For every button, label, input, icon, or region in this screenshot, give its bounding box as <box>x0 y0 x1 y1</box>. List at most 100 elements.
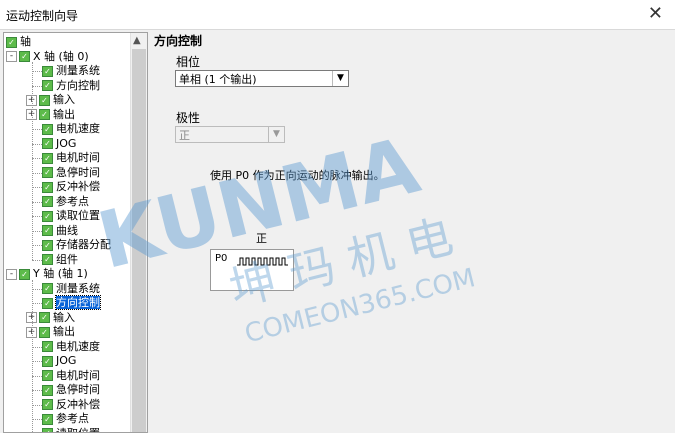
tree-node-x_axis-child[interactable]: ✓ 读取位置 <box>42 209 100 223</box>
checkbox-icon[interactable]: ✓ <box>42 196 53 207</box>
tree-node-y_axis-child[interactable]: ✓读取位置 <box>42 426 100 433</box>
scroll-thumb[interactable] <box>132 49 146 432</box>
panel-title: 方向控制 <box>154 34 203 48</box>
tree-node-y_axis-child[interactable]: + ✓ 输入 <box>26 311 75 325</box>
tree-node-label: 曲线 <box>56 223 78 237</box>
tree-node-x_axis-child[interactable]: ✓ 测量系统 <box>42 64 100 78</box>
checkbox-icon[interactable]: ✓ <box>39 94 50 106</box>
pulse-diagram: P0 <box>210 249 294 291</box>
checkbox-icon[interactable]: ✓ <box>42 297 53 309</box>
tree-node-y_axis-child[interactable]: ✓ 参考点 <box>42 412 89 426</box>
tree-node-x_axis-child[interactable]: ✓ 存储器分配 <box>42 238 111 252</box>
checkbox-icon[interactable]: ✓ <box>42 428 53 432</box>
tree-node-label: 读取位置 <box>56 426 100 433</box>
tree-node-y_axis[interactable]: - ✓ Y 轴 (轴 1) <box>6 267 88 281</box>
tree-node-x_axis-child[interactable]: + ✓ 输出 <box>26 108 75 122</box>
tree-node-x_axis-child[interactable]: ✓ 方向控制 <box>42 79 100 93</box>
checkbox-icon[interactable]: ✓ <box>42 355 53 367</box>
tree-connector <box>32 230 42 232</box>
checkbox-icon[interactable]: ✓ <box>42 254 53 265</box>
checkbox-icon[interactable]: ✓ <box>42 370 53 381</box>
tree-node-y_axis-child[interactable]: ✓ JOG <box>42 354 76 368</box>
chevron-down-icon[interactable]: ▼ <box>332 71 348 86</box>
checkbox-icon[interactable]: ✓ <box>42 413 53 425</box>
checkbox-icon[interactable]: ✓ <box>42 65 53 77</box>
tree-connector <box>32 279 33 432</box>
checkbox-icon[interactable]: ✓ <box>42 138 53 149</box>
pulse-waveform <box>237 257 288 266</box>
tree-node-label: 反冲补偿 <box>56 180 100 193</box>
tree-node-y_axis-child[interactable]: ✓ 急停时间 <box>42 383 100 397</box>
checkbox-icon[interactable]: ✓ <box>39 312 50 323</box>
tree-node-label: 电机时间 <box>56 151 100 164</box>
phase-select[interactable]: 单相 (1 个输出) ▼ <box>175 70 349 87</box>
tree-node-label: 参考点 <box>56 412 89 425</box>
tree-connector <box>32 303 42 304</box>
tree-connector <box>32 187 42 188</box>
direction-control-panel: 方向控制 相位 单相 (1 个输出) ▼ 极性 正 ▼ 使用 P0 作为正向运动… <box>154 32 675 433</box>
tree-node-y_axis-child[interactable]: ✓ 方向控制 <box>42 295 101 310</box>
tree-node-x_axis-child[interactable]: + ✓ 输入 <box>26 93 75 107</box>
close-icon[interactable]: ✕ <box>648 3 663 24</box>
tree-node-x_axis-child[interactable]: ✓ 电机速度 <box>42 122 100 136</box>
tree-node-label: 反冲补偿 <box>56 397 100 411</box>
description-text: 使用 P0 作为正向运动的脉冲输出。 <box>210 169 385 182</box>
tree-node-label: Y 轴 (轴 1) <box>33 267 88 280</box>
tree-node-label: 急停时间 <box>56 383 100 396</box>
tree-node-label: JOG <box>56 354 77 367</box>
checkbox-icon[interactable]: ✓ <box>42 123 53 135</box>
tree-node-label: 急停时间 <box>56 165 100 179</box>
tree-node-y_axis-child[interactable]: ✓ 电机时间 <box>42 369 100 383</box>
checkbox-icon[interactable]: ✓ <box>42 384 53 396</box>
checkbox-icon[interactable]: ✓ <box>42 80 53 91</box>
tree-connector <box>32 62 33 260</box>
title-bar: 运动控制向导 ✕ <box>0 0 675 30</box>
checkbox-icon[interactable]: ✓ <box>42 239 53 251</box>
tree-node-y_axis-child[interactable]: ✓ 电机速度 <box>42 340 100 354</box>
tree-connector <box>32 419 42 420</box>
tree-node-label: 测量系统 <box>56 64 100 77</box>
tree-node-label: 读取位置 <box>56 209 100 222</box>
tree-node-label: X 轴 (轴 0) <box>33 49 89 63</box>
phase-label: 相位 <box>176 55 201 69</box>
tree-connector <box>32 404 42 406</box>
collapse-icon[interactable]: - <box>6 268 17 280</box>
tree-node-x_axis-child[interactable]: ✓ 反冲补偿 <box>42 180 100 194</box>
checkbox-icon[interactable]: ✓ <box>19 268 30 280</box>
checkbox-icon[interactable]: ✓ <box>42 152 53 164</box>
tree-node-x_axis-child[interactable]: ✓ 曲线 <box>42 224 78 238</box>
checkbox-icon[interactable]: ✓ <box>42 167 53 178</box>
tree-node-label: 组件 <box>56 252 78 266</box>
axis-tree[interactable]: ✓ 轴 - ✓ X 轴 (轴 0) ✓ 测量系统 ✓ 方向控制 + ✓ 输入 + ✓ 输出 ✓ 电机速度 ✓ JOG… <box>3 32 148 433</box>
checkbox-icon[interactable]: ✓ <box>39 109 50 120</box>
tree-node-y_axis-child[interactable]: ✓ 测量系统 <box>42 282 100 296</box>
tree-connector <box>32 143 42 145</box>
checkbox-icon[interactable]: ✓ <box>42 181 53 193</box>
checkbox-icon[interactable]: ✓ <box>42 341 53 352</box>
checkbox-icon[interactable]: ✓ <box>42 225 53 236</box>
tree-connector <box>32 361 42 362</box>
tree-node-x_axis-child[interactable]: ✓ 电机时间 <box>42 151 100 165</box>
tree-node-x_axis-child[interactable]: ✓ 组件 <box>42 253 78 267</box>
tree-node-root[interactable]: ✓ 轴 <box>6 35 31 49</box>
checkbox-icon[interactable]: ✓ <box>39 326 50 338</box>
tree-node-x_axis-child[interactable]: ✓ 急停时间 <box>42 166 100 180</box>
tree-node-x_axis-child[interactable]: ✓ JOG <box>42 137 76 151</box>
tree-node-y_axis-child[interactable]: + ✓ 输出 <box>26 325 75 339</box>
checkbox-icon[interactable]: ✓ <box>42 399 53 410</box>
tree-node-x_axis-child[interactable]: ✓ 参考点 <box>42 195 89 209</box>
tree-node-label: 电机速度 <box>56 339 100 353</box>
tree-node-y_axis-child[interactable]: ✓ 反冲补偿 <box>42 398 100 412</box>
tree-connector <box>32 375 42 377</box>
checkbox-icon[interactable]: ✓ <box>42 210 53 222</box>
checkbox-icon[interactable]: ✓ <box>19 51 30 62</box>
window-title: 运动控制向导 <box>6 9 79 23</box>
tree-scrollbar[interactable]: ▲ <box>130 33 147 432</box>
tree-connector <box>32 259 42 261</box>
checkbox-icon[interactable]: ✓ <box>6 36 17 48</box>
tree-node-x_axis[interactable]: - ✓ X 轴 (轴 0) <box>6 50 89 64</box>
collapse-icon[interactable]: - <box>6 51 17 62</box>
checkbox-icon[interactable]: ✓ <box>42 283 53 294</box>
scroll-up-icon[interactable]: ▲ <box>133 35 141 46</box>
tree-node-label: 方向控制 <box>56 78 100 92</box>
